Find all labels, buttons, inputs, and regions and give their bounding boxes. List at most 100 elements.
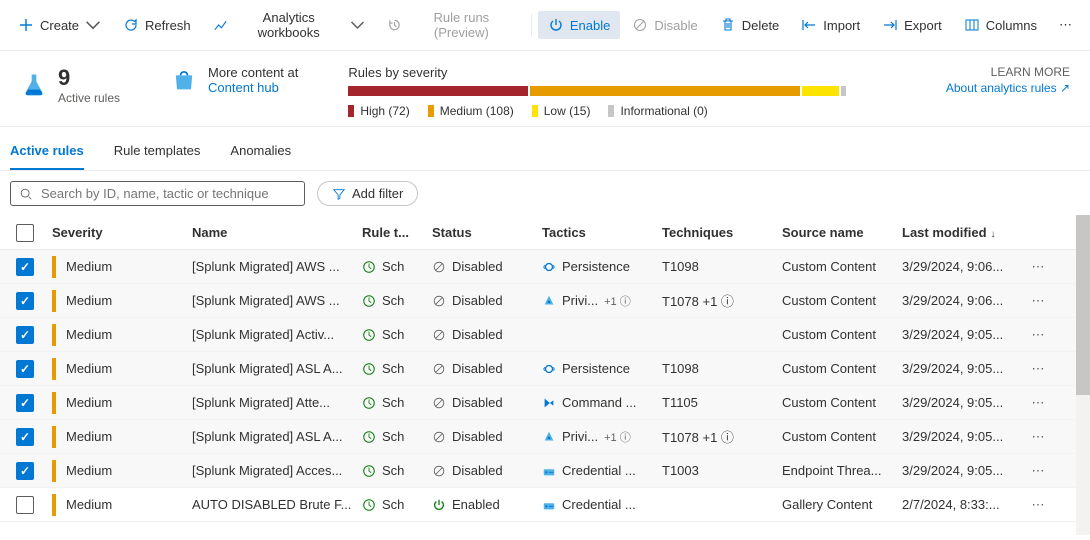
table-row[interactable]: Medium [Splunk Migrated] Atte... Sch Dis… [0,386,1090,420]
tactics-cell: Credential ... [542,463,662,478]
table-row[interactable]: Medium AUTO DISABLED Brute F... Sch Enab… [0,488,1090,522]
ruletype-cell: Sch [362,327,432,342]
name-cell[interactable]: [Splunk Migrated] ASL A... [192,429,362,444]
row-checkbox[interactable] [16,292,34,310]
name-cell[interactable]: [Splunk Migrated] ASL A... [192,361,362,376]
severity-pill [52,392,56,414]
import-icon [801,17,817,33]
table-row[interactable]: Medium [Splunk Migrated] AWS ... Sch Dis… [0,250,1090,284]
refresh-button[interactable]: Refresh [113,11,201,39]
select-all-checkbox[interactable] [16,224,34,242]
severity-pill [52,358,56,380]
col-ruletype[interactable]: Rule t... [362,225,432,240]
delete-button[interactable]: Delete [710,11,790,39]
tab-active-rules[interactable]: Active rules [10,137,84,170]
row-more-button[interactable]: ⋯ [1022,497,1062,513]
enable-label: Enable [570,18,610,33]
learn-more-title: LEARN MORE [946,65,1070,79]
status-cell: Disabled [432,327,542,342]
col-modified[interactable]: Last modified↓ [902,225,1022,240]
active-label: Active rules [58,91,120,105]
tab-rule-templates[interactable]: Rule templates [114,137,201,170]
disable-button[interactable]: Disable [622,11,707,39]
row-more-button[interactable]: ⋯ [1022,463,1062,479]
clock-icon [362,464,376,478]
table-row[interactable]: Medium [Splunk Migrated] ASL A... Sch Di… [0,352,1090,386]
scrollbar[interactable] [1076,215,1090,535]
scrollbar-thumb[interactable] [1076,215,1090,395]
row-checkbox[interactable] [16,360,34,378]
row-checkbox[interactable] [16,462,34,480]
import-label: Import [823,18,860,33]
chart-icon [213,17,228,33]
tab-anomalies[interactable]: Anomalies [230,137,291,170]
name-cell[interactable]: [Splunk Migrated] AWS ... [192,293,362,308]
summary-bar: 9 Active rules More content at Content h… [0,51,1090,127]
add-filter-label: Add filter [352,186,403,201]
ruletype-cell: Sch [362,259,432,274]
row-checkbox[interactable] [16,496,34,514]
col-status[interactable]: Status [432,225,542,240]
create-button[interactable]: Create [8,11,111,39]
table-row[interactable]: Medium [Splunk Migrated] ASL A... Sch Di… [0,420,1090,454]
content-hub-link[interactable]: Content hub [208,80,298,95]
col-source[interactable]: Source name [782,225,902,240]
table-row[interactable]: Medium [Splunk Migrated] AWS ... Sch Dis… [0,284,1090,318]
techniques-cell: T1098 [662,361,782,376]
rules-table: Severity Name Rule t... Status Tactics T… [0,216,1090,522]
overflow-button[interactable]: ⋯ [1049,11,1082,39]
severity-pill [52,426,56,448]
tabs: Active rules Rule templates Anomalies [0,127,1090,171]
table-row[interactable]: Medium [Splunk Migrated] Acces... Sch Di… [0,454,1090,488]
learn-more-link[interactable]: About analytics rules ↗ [946,81,1070,95]
severity-cell: Medium [52,256,192,278]
severity-pill [52,324,56,346]
power-icon [548,17,564,33]
row-checkbox[interactable] [16,326,34,344]
status-cell: Disabled [432,293,542,308]
modified-cell: 3/29/2024, 9:06... [902,259,1022,274]
add-filter-button[interactable]: Add filter [317,181,418,206]
col-techniques[interactable]: Techniques [662,225,782,240]
import-button[interactable]: Import [791,11,870,39]
source-cell: Custom Content [782,293,902,308]
severity-segment [841,86,846,96]
search-input[interactable] [41,186,296,201]
search-box[interactable] [10,181,305,206]
columns-button[interactable]: Columns [954,11,1047,39]
name-cell[interactable]: [Splunk Migrated] Atte... [192,395,362,410]
name-cell[interactable]: AUTO DISABLED Brute F... [192,497,362,512]
row-more-button[interactable]: ⋯ [1022,327,1062,343]
row-more-button[interactable]: ⋯ [1022,361,1062,377]
delete-label: Delete [742,18,780,33]
create-label: Create [40,18,79,33]
disable-icon [632,17,648,33]
table-row[interactable]: Medium [Splunk Migrated] Activ... Sch Di… [0,318,1090,352]
rule-runs-button[interactable]: Rule runs (Preview) [377,4,525,46]
columns-icon [964,17,980,33]
chevron-down-icon [350,17,365,33]
modified-cell: 3/29/2024, 9:05... [902,395,1022,410]
col-severity[interactable]: Severity [52,225,192,240]
source-cell: Gallery Content [782,497,902,512]
source-cell: Custom Content [782,259,902,274]
name-cell[interactable]: [Splunk Migrated] AWS ... [192,259,362,274]
name-cell[interactable]: [Splunk Migrated] Acces... [192,463,362,478]
workbooks-button[interactable]: Analytics workbooks [203,4,375,46]
row-checkbox[interactable] [16,394,34,412]
clock-icon [362,260,376,274]
row-checkbox[interactable] [16,428,34,446]
row-more-button[interactable]: ⋯ [1022,259,1062,275]
tactics-cell: Privi...+1 ⓘ [542,429,662,445]
row-more-button[interactable]: ⋯ [1022,395,1062,411]
clock-icon [362,396,376,410]
row-checkbox[interactable] [16,258,34,276]
enable-button[interactable]: Enable [538,11,620,39]
row-more-button[interactable]: ⋯ [1022,293,1062,309]
col-tactics[interactable]: Tactics [542,225,662,240]
name-cell[interactable]: [Splunk Migrated] Activ... [192,327,362,342]
row-more-button[interactable]: ⋯ [1022,429,1062,445]
col-name[interactable]: Name [192,225,362,240]
severity-pill [52,494,56,516]
export-button[interactable]: Export [872,11,952,39]
